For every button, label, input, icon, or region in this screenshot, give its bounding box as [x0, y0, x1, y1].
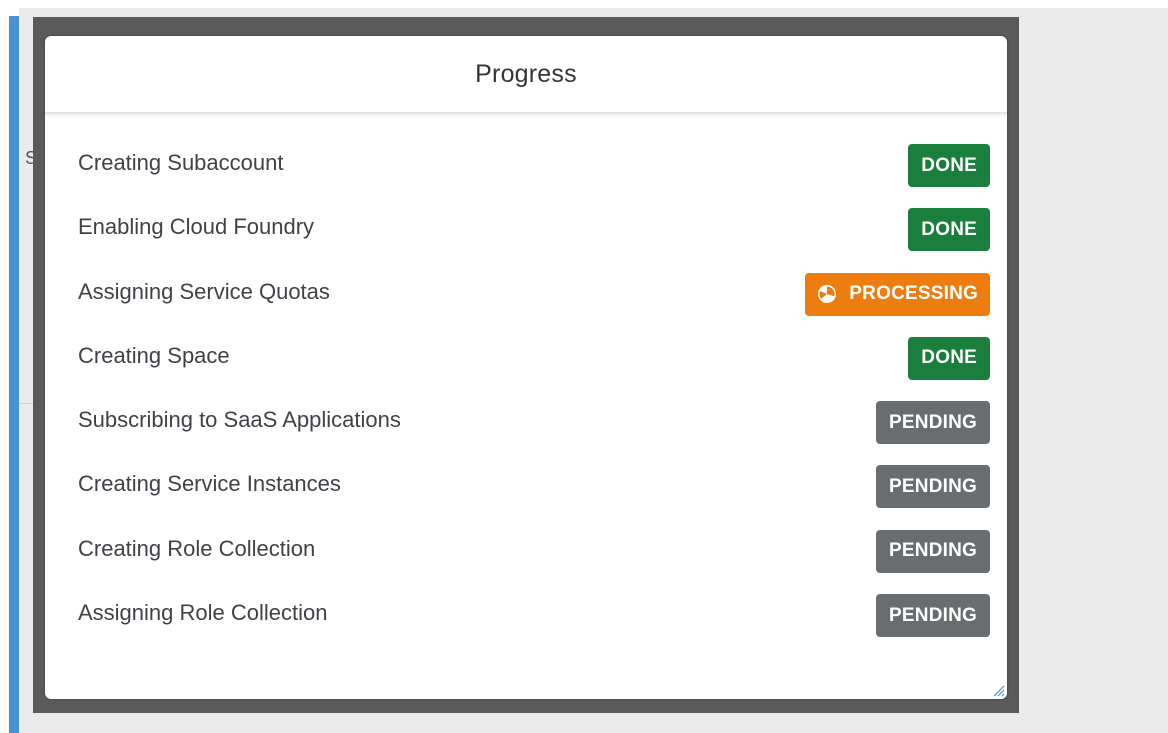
status-text: DONE	[921, 154, 977, 176]
status-badge-pending: PENDING	[876, 465, 990, 509]
status-text: PENDING	[889, 411, 977, 433]
step-label: Creating Subaccount	[78, 150, 284, 175]
status-badge-processing: PROCESSING	[805, 272, 990, 316]
status-badge-pending: PENDING	[876, 529, 990, 573]
step-row-assigning-service-quotas: Assigning Service Quotas PROCESSING	[45, 261, 1007, 325]
status-text: DONE	[921, 218, 977, 240]
step-row-creating-space: Creating Space DONE	[45, 325, 1007, 389]
step-label: Assigning Role Collection	[78, 600, 328, 626]
step-row-assigning-role-collection: Assigning Role Collection PENDING	[45, 582, 1007, 646]
dialog-header: Progress	[45, 36, 1007, 114]
step-label: Creating Role Collection	[78, 535, 316, 561]
step-row-creating-service-instances: Creating Service Instances PENDING	[45, 453, 1007, 517]
step-label: Subscribing to SaaS Applications	[78, 407, 401, 433]
step-label: Enabling Cloud Foundry	[78, 214, 315, 240]
step-row-creating-role-collection: Creating Role Collection PENDING	[45, 518, 1007, 582]
status-badge-done: DONE	[908, 336, 990, 380]
status-badge-done: DONE	[908, 144, 990, 187]
dialog-title: Progress	[475, 59, 577, 88]
page: S Progress Creating Subaccount DONE Enab…	[0, 0, 1168, 733]
step-row-subscribing-saas: Subscribing to SaaS Applications PENDING	[45, 389, 1007, 453]
left-accent-bar	[9, 16, 19, 733]
status-badge-done: DONE	[908, 208, 990, 252]
resize-handle-icon[interactable]	[991, 683, 1005, 697]
step-label: Creating Service Instances	[78, 471, 341, 497]
status-badge-pending: PENDING	[876, 594, 990, 638]
status-text: PROCESSING	[849, 283, 978, 305]
step-row-creating-subaccount: Creating Subaccount DONE	[45, 132, 1007, 196]
progress-dialog: Progress Creating Subaccount DONE Enabli…	[45, 36, 1007, 699]
status-text: PENDING	[889, 604, 977, 626]
spinner-icon	[818, 285, 837, 304]
status-text: PENDING	[889, 475, 977, 497]
status-badge-pending: PENDING	[876, 401, 990, 445]
status-text: PENDING	[889, 540, 977, 562]
status-text: DONE	[921, 347, 977, 369]
step-row-enabling-cloud-foundry: Enabling Cloud Foundry DONE	[45, 196, 1007, 260]
step-label: Creating Space	[78, 342, 230, 368]
step-label: Assigning Service Quotas	[78, 278, 330, 304]
step-list: Creating Subaccount DONE Enabling Cloud …	[45, 132, 1007, 646]
